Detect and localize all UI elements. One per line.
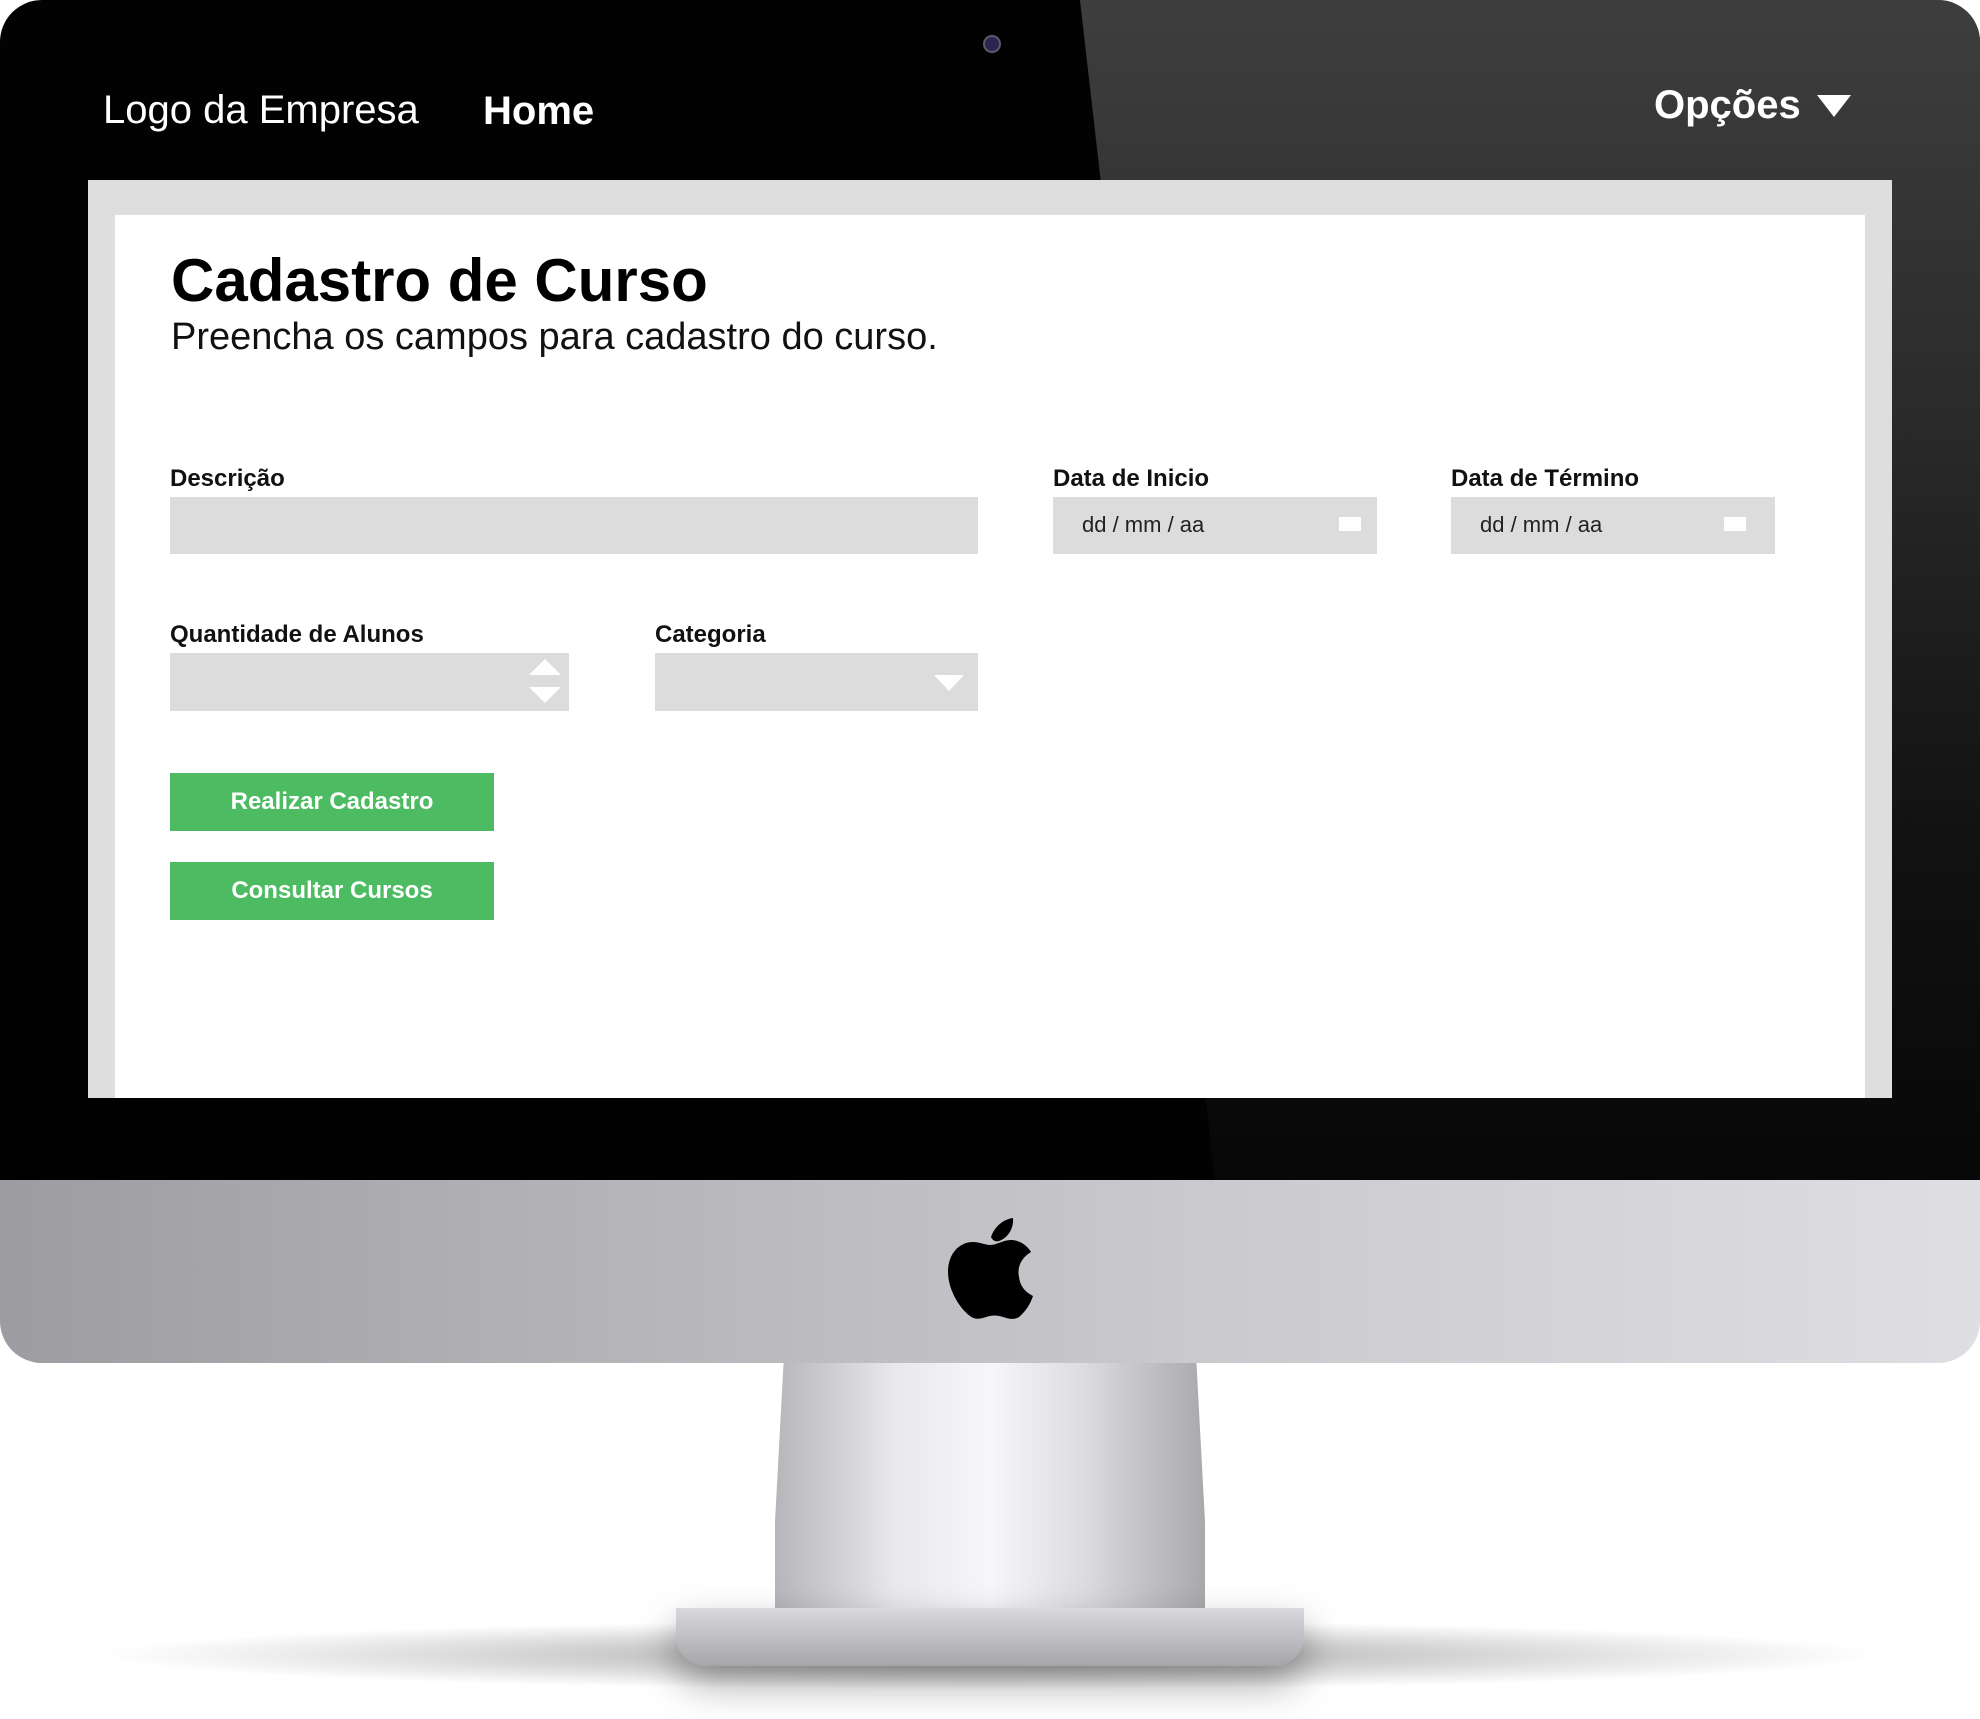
options-menu[interactable]: Opções	[1654, 83, 1851, 128]
data-termino-label: Data de Término	[1451, 465, 1640, 492]
categoria-select[interactable]	[655, 653, 978, 711]
data-termino-input[interactable]: dd / mm / aa	[1451, 497, 1775, 554]
stepper-arrows[interactable]	[529, 659, 561, 705]
calendar-icon[interactable]	[1339, 517, 1361, 531]
arrow-down-icon[interactable]	[529, 687, 561, 703]
arrow-up-icon[interactable]	[529, 659, 561, 675]
quantidade-stepper[interactable]	[170, 653, 569, 711]
page-subtitle: Preencha os campos para cadastro do curs…	[171, 316, 938, 358]
company-logo-text[interactable]: Logo da Empresa	[103, 88, 419, 133]
descricao-label: Descrição	[170, 465, 285, 492]
calendar-icon[interactable]	[1724, 517, 1746, 531]
data-inicio-placeholder: dd / mm / aa	[1082, 512, 1205, 537]
realizar-cadastro-button[interactable]: Realizar Cadastro	[170, 773, 494, 831]
camera-icon	[983, 35, 1001, 53]
chevron-down-icon	[1816, 94, 1851, 117]
data-inicio-input[interactable]: dd / mm / aa	[1053, 497, 1377, 554]
options-menu-label: Opções	[1654, 83, 1801, 127]
quantidade-label: Quantidade de Alunos	[170, 621, 424, 648]
apple-logo-icon	[948, 1218, 1033, 1319]
data-inicio-label: Data de Inicio	[1053, 465, 1210, 492]
page-title: Cadastro de Curso	[171, 247, 708, 314]
monitor-stand-foot	[676, 1608, 1304, 1666]
consultar-cursos-button[interactable]: Consultar Cursos	[170, 862, 494, 920]
chevron-down-icon	[934, 675, 964, 691]
descricao-input[interactable]	[170, 497, 978, 554]
categoria-label: Categoria	[655, 621, 766, 648]
nav-home-link[interactable]: Home	[483, 89, 594, 134]
data-termino-placeholder: dd / mm / aa	[1480, 512, 1603, 537]
